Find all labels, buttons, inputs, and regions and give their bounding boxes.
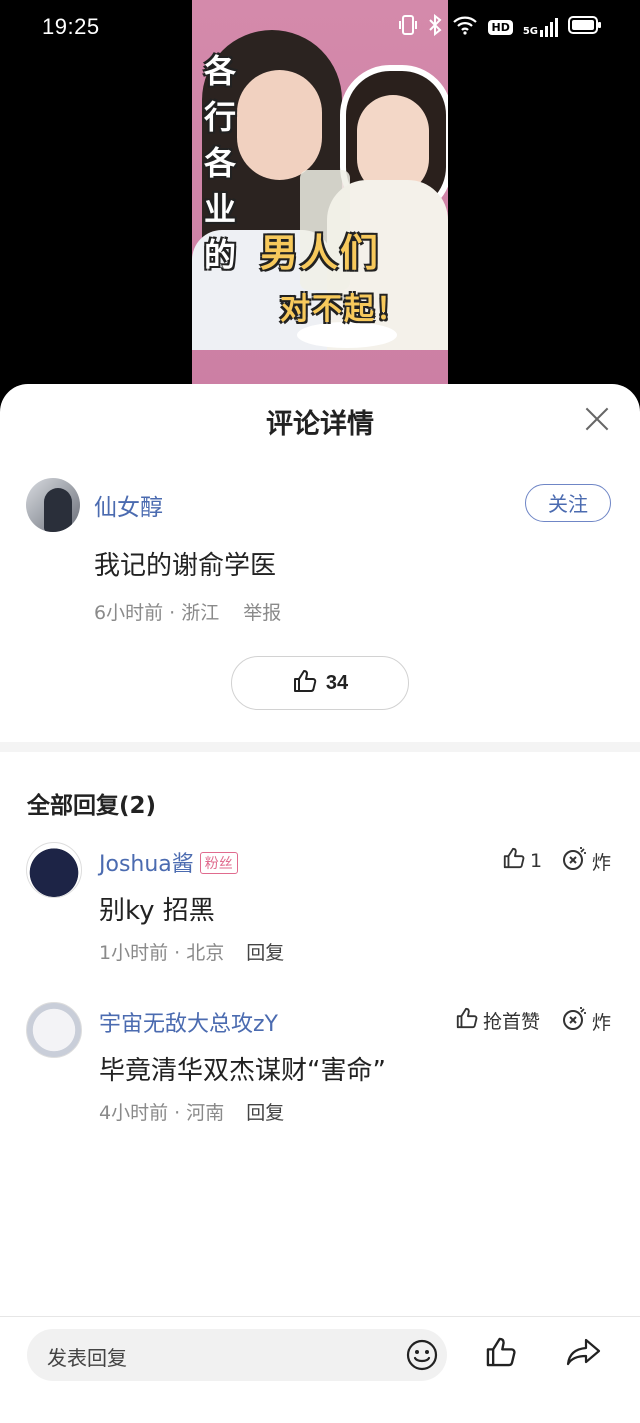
emoji-icon[interactable] <box>405 1338 439 1376</box>
reply-location: 北京 <box>186 942 225 964</box>
person-left-face <box>237 70 322 180</box>
reply-like-button[interactable]: 1 <box>502 846 542 875</box>
comment-author[interactable]: 仙女醇 <box>94 488 163 522</box>
comment-text: 我记的谢俞学医 <box>94 551 277 581</box>
reply-meta: 4小时前 · 河南 回复 <box>99 1102 285 1124</box>
sheet-title: 评论详情 <box>266 409 374 440</box>
reply-like-button[interactable]: 抢首赞 <box>455 1006 540 1035</box>
follow-button[interactable]: 关注 <box>525 484 611 522</box>
thumbs-up-icon <box>292 668 318 698</box>
network-type: 5G <box>522 26 538 37</box>
bomb-button[interactable]: 炸 <box>562 1006 611 1037</box>
reply-time: 4小时前 <box>99 1102 169 1124</box>
status-time: 19:25 <box>42 14 100 39</box>
video-caption-vertical: 各行各业的 <box>204 52 237 274</box>
reply-text: 别ky 招黑 <box>99 896 215 926</box>
wifi-icon <box>452 15 478 39</box>
avatar[interactable] <box>26 1002 82 1058</box>
share-icon[interactable] <box>566 1337 602 1371</box>
vibrate-icon <box>398 14 418 40</box>
comment-detail-sheet: 评论详情 仙女醇 关注 我记的谢俞学医 6小时前 · 浙江 举报 34 全部回复… <box>0 384 640 1423</box>
hd-icon: HD <box>488 19 513 35</box>
report-link[interactable]: 举报 <box>243 602 281 624</box>
fan-badge: 粉丝 <box>199 852 238 874</box>
avatar[interactable] <box>26 478 80 532</box>
comment-meta: 6小时前 · 浙江 举报 <box>94 602 282 624</box>
reply-button[interactable]: 回复 <box>246 942 284 964</box>
close-icon[interactable] <box>584 406 610 432</box>
reply-author-line: Joshua酱 粉丝 <box>99 846 238 878</box>
thumbs-up-icon[interactable] <box>484 1335 518 1373</box>
reply-like-label: 1 <box>530 849 543 872</box>
thumbs-up-icon <box>455 1006 479 1035</box>
bomb-icon <box>562 846 588 877</box>
reply-input[interactable]: 发表回复 <box>27 1329 447 1381</box>
bomb-icon <box>562 1006 588 1037</box>
reply-item: Joshua酱 粉丝 别ky 招黑 1小时前 · 北京 回复 1 炸 <box>0 842 640 982</box>
comment-location: 浙江 <box>181 602 220 624</box>
reply-author[interactable]: Joshua酱 <box>99 852 194 877</box>
like-count: 34 <box>325 671 349 694</box>
video-player[interactable]: 各行各业的 男人们 对不起！ <box>192 0 448 386</box>
battery-icon <box>568 15 602 39</box>
video-caption-sub: 对不起！ <box>280 292 408 327</box>
reply-button[interactable]: 回复 <box>246 1102 284 1124</box>
avatar-figure <box>44 488 72 532</box>
replies-title: 全部回复(2) <box>27 793 157 819</box>
reply-time: 1小时前 <box>99 942 169 964</box>
comment-time: 6小时前 <box>94 602 164 624</box>
reply-input-placeholder: 发表回复 <box>47 1346 127 1370</box>
signal-icon: 5G <box>523 17 558 37</box>
video-caption-main: 男人们 <box>260 231 381 275</box>
bottom-bar: 发表回复 <box>0 1316 640 1423</box>
avatar[interactable] <box>26 842 82 898</box>
reply-meta: 1小时前 · 北京 回复 <box>99 942 285 964</box>
bluetooth-icon <box>428 13 442 40</box>
bomb-label: 炸 <box>592 852 612 874</box>
comment-like-button[interactable]: 34 <box>231 656 409 710</box>
reply-item: 宇宙无敌大总攻zY 毕竟清华双杰谋财“害命” 4小时前 · 河南 回复 抢首赞 … <box>0 1002 640 1142</box>
bomb-label: 炸 <box>592 1012 612 1034</box>
reply-text: 毕竟清华双杰谋财“害命” <box>99 1056 386 1086</box>
bomb-button[interactable]: 炸 <box>562 846 611 877</box>
status-bar: 19:25 HD 5G <box>0 0 640 56</box>
reply-like-label: 抢首赞 <box>483 1011 541 1033</box>
status-icons: HD 5G <box>398 13 602 40</box>
reply-location: 河南 <box>186 1102 225 1124</box>
section-divider <box>0 742 640 752</box>
reply-author[interactable]: 宇宙无敌大总攻zY <box>99 1006 278 1038</box>
thumbs-up-icon <box>502 846 526 875</box>
